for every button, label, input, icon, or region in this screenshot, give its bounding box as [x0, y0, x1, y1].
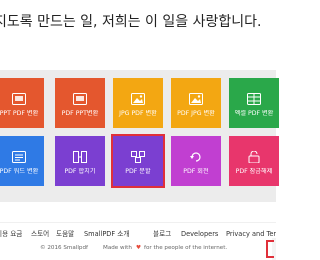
tool-label: PDF JPG 변환 [177, 110, 215, 117]
unlock-icon [247, 151, 261, 163]
tool-label: PDF 잠금해제 [235, 168, 273, 175]
footer-link-pricing[interactable]: 이용 요금 [0, 228, 22, 240]
tool-tile-unlock-pdf[interactable]: PDF 잠금해제 [229, 136, 279, 186]
tagline-heading: 지도록 만드는 일, 저희는 이 일을 사랑합니다. [0, 10, 276, 34]
tool-tile-merge-pdf[interactable]: PDF 합치기 [55, 136, 105, 186]
tool-tile-pdf-to-jpg[interactable]: PDF JPG 변환 [171, 78, 221, 128]
ppt-icon [12, 93, 26, 105]
word-icon [12, 151, 26, 163]
footer-copyright-line: © 2016 Smallpdf Made with ♥ for the peop… [0, 243, 276, 254]
tools-grid: PPT PDF 변환 PDF PPT변환 JPG PDF 변환 PDF JPG … [0, 78, 279, 196]
tool-label: PDF 분할 [125, 168, 151, 175]
excel-icon [247, 93, 261, 105]
heart-icon: ♥ [136, 245, 142, 251]
footer-nav: 이용 요금 스토어 도움말 SmallPDF 소개 블로그 Developers… [0, 228, 276, 240]
highlight-marker [266, 240, 274, 258]
tool-tile-ppt-to-pdf[interactable]: PPT PDF 변환 [0, 78, 44, 128]
ppt-icon [73, 93, 87, 105]
made-with-prefix: Made with [103, 245, 132, 251]
footer-link-developers[interactable]: Developers [181, 228, 218, 240]
tool-tile-split-pdf[interactable]: PDF 분할 [111, 134, 165, 188]
image-icon [189, 93, 203, 105]
tool-label: PDF 워드 변환 [0, 168, 39, 175]
tool-tile-jpg-to-pdf[interactable]: JPG PDF 변환 [113, 78, 163, 128]
image-icon [131, 93, 145, 105]
tool-tile-excel-to-pdf[interactable]: 엑셀 PDF 변환 [229, 78, 279, 128]
tool-label: JPG PDF 변환 [119, 110, 157, 117]
made-with-suffix: for the people of the internet. [144, 245, 228, 251]
tool-label: 엑셀 PDF 변환 [234, 110, 274, 117]
tool-tile-rotate-pdf[interactable]: PDF 회전 [171, 136, 221, 186]
footer-link-about[interactable]: SmallPDF 소개 [84, 228, 129, 240]
tool-label: PDF 합치기 [64, 168, 96, 175]
footer-link-store[interactable]: 스토어 [31, 228, 49, 240]
rotate-icon [189, 151, 203, 163]
tool-tile-pdf-to-ppt[interactable]: PDF PPT변환 [55, 78, 105, 128]
tool-label: PDF 회전 [183, 168, 209, 175]
tool-label: PPT PDF 변환 [0, 110, 39, 117]
footer-link-help[interactable]: 도움말 [56, 228, 74, 240]
split-icon [131, 151, 145, 163]
footer-divider [0, 222, 276, 223]
footer-link-blog[interactable]: 블로그 [153, 228, 171, 240]
footer-link-privacy-terms[interactable]: Privacy and Terms [226, 228, 276, 240]
tool-tile-pdf-to-word[interactable]: PDF 워드 변환 [0, 136, 44, 186]
merge-icon [73, 151, 87, 163]
tool-label: PDF PPT변환 [61, 110, 99, 117]
tagline-text: 지도록 만드는 일, 저희는 이 일을 사랑합니다. [0, 14, 262, 30]
copyright-text: © 2016 Smallpdf [40, 245, 88, 251]
